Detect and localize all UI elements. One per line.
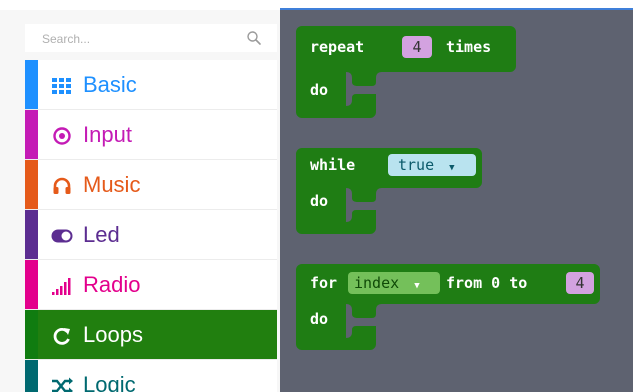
category-label: Radio [83, 272, 141, 297]
for-range-text: from 0 to [446, 274, 528, 292]
category-label: Loops [83, 322, 143, 347]
category-music[interactable]: Music [25, 160, 277, 210]
refresh-icon [51, 326, 73, 346]
for-to-slot[interactable]: 4 [566, 272, 594, 294]
toolbox-sidebar: Basic Input Music [0, 10, 280, 392]
toggle-icon [51, 226, 73, 246]
category-radio[interactable]: Radio [25, 260, 277, 310]
while-block[interactable]: while true ▼ do [296, 148, 482, 240]
for-block[interactable]: for index ▼ from 0 to 4 do [296, 264, 600, 356]
for-do-label: do [310, 310, 329, 328]
category-color-bar [25, 160, 38, 209]
category-color-bar [25, 310, 38, 359]
headphones-icon [51, 176, 73, 196]
category-color-bar [25, 360, 38, 392]
for-variable-dropdown[interactable]: index ▼ [348, 272, 440, 294]
signal-bars-icon [51, 276, 73, 296]
chevron-down-icon: ▼ [449, 163, 455, 173]
category-color-bar [25, 60, 38, 109]
search-icon[interactable] [246, 30, 262, 46]
repeat-suffix: times [446, 38, 492, 56]
while-keyword: while [310, 156, 356, 174]
category-loops[interactable]: Loops [25, 310, 277, 360]
search-box [25, 24, 277, 52]
category-color-bar [25, 210, 38, 259]
search-input[interactable] [40, 26, 234, 52]
blocks-workspace[interactable]: repeat 4 times do while true ▼ do for in… [280, 10, 633, 392]
while-do-label: do [310, 192, 329, 210]
category-color-bar [25, 110, 38, 159]
category-label: Led [83, 222, 120, 247]
while-condition-value: true [398, 156, 435, 174]
category-label: Music [83, 172, 141, 197]
category-basic[interactable]: Basic [25, 60, 277, 110]
repeat-do-label: do [310, 81, 329, 99]
for-keyword: for [310, 274, 338, 292]
grid-icon [51, 76, 73, 96]
category-label: Input [83, 122, 132, 147]
shuffle-icon [51, 376, 73, 392]
category-label: Logic [83, 372, 136, 392]
while-condition-dropdown[interactable]: true ▼ [388, 154, 476, 176]
category-input[interactable]: Input [25, 110, 277, 160]
repeat-keyword: repeat [310, 38, 365, 56]
category-led[interactable]: Led [25, 210, 277, 260]
chevron-down-icon: ▼ [414, 281, 420, 291]
repeat-count-slot[interactable]: 4 [402, 36, 432, 58]
repeat-block[interactable]: repeat 4 times do [296, 26, 516, 126]
category-label: Basic [83, 72, 137, 97]
target-icon [51, 126, 73, 146]
category-color-bar [25, 260, 38, 309]
category-logic[interactable]: Logic [25, 360, 277, 392]
for-variable-value: index [354, 274, 400, 292]
